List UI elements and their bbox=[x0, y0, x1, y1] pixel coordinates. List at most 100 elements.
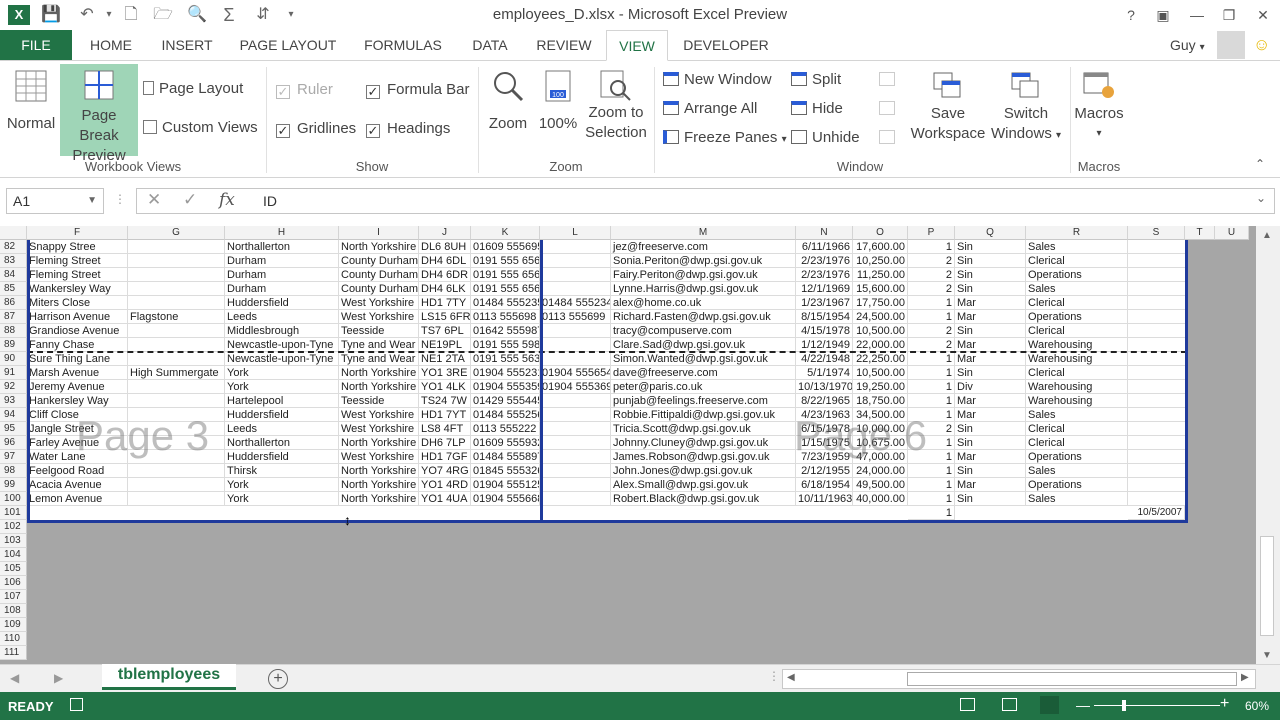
email-cell[interactable]: punjab@feelings.freeserve.com bbox=[611, 394, 796, 408]
postcode-cell[interactable]: HD1 7GF bbox=[419, 450, 471, 464]
status-cell[interactable]: Mar bbox=[955, 394, 1026, 408]
empty-cell[interactable] bbox=[1128, 324, 1186, 338]
city-cell[interactable]: Northallerton bbox=[225, 436, 339, 450]
department-cell[interactable]: Warehousing bbox=[1026, 338, 1128, 352]
address-cell[interactable]: Sure Thing Lane bbox=[27, 352, 128, 366]
freeze-panes-button[interactable]: Freeze Panes ▾ bbox=[663, 126, 787, 150]
scroll-up-icon[interactable]: ▲ bbox=[1262, 230, 1272, 241]
column-header[interactable]: O bbox=[853, 226, 908, 240]
autosum-icon[interactable]: Σ bbox=[218, 4, 240, 26]
department-cell[interactable]: Clerical bbox=[1026, 436, 1128, 450]
avatar[interactable] bbox=[1217, 31, 1245, 59]
row-header[interactable]: 82 bbox=[0, 240, 27, 254]
status-cell[interactable]: Mar bbox=[955, 352, 1026, 366]
salary-cell[interactable]: 15,600.00 bbox=[853, 282, 908, 296]
address-cell[interactable]: Cliff Close bbox=[27, 408, 128, 422]
salary-cell[interactable]: 10,000.00 bbox=[853, 422, 908, 436]
grade-cell[interactable]: 1 bbox=[908, 408, 955, 422]
county-cell[interactable]: County Durham bbox=[339, 254, 419, 268]
row-header[interactable]: 83 bbox=[0, 254, 27, 268]
grade-cell[interactable]: 1 bbox=[908, 394, 955, 408]
county-cell[interactable]: West Yorkshire bbox=[339, 450, 419, 464]
address-cell[interactable]: Jeremy Avenue bbox=[27, 380, 128, 394]
city-cell[interactable]: Middlesbrough bbox=[225, 324, 339, 338]
user-name[interactable]: Guy ▾ bbox=[1170, 37, 1205, 53]
phone-cell[interactable]: 0191 555 6569 bbox=[471, 268, 540, 282]
row-header[interactable]: 100 bbox=[0, 492, 27, 506]
ribbon-display-icon[interactable]: ▣ bbox=[1150, 4, 1176, 26]
birth-date-cell[interactable]: 4/23/1963 bbox=[796, 408, 853, 422]
row-header[interactable]: 97 bbox=[0, 450, 27, 464]
headings-checkbox[interactable]: ✓ Headings bbox=[366, 117, 450, 141]
address-cell[interactable]: Fanny Chase bbox=[27, 338, 128, 352]
empty-cell[interactable] bbox=[1128, 366, 1186, 380]
grade-cell[interactable]: 1 bbox=[908, 450, 955, 464]
cancel-formula-icon[interactable]: ✕ bbox=[147, 190, 161, 210]
phone-cell[interactable]: 0113 555222 bbox=[471, 422, 540, 436]
row-header[interactable]: 101 bbox=[0, 506, 27, 520]
status-cell[interactable]: Sin bbox=[955, 282, 1026, 296]
salary-cell[interactable]: 49,500.00 bbox=[853, 478, 908, 492]
phone-cell[interactable]: 0191 555 6569 bbox=[471, 254, 540, 268]
salary-cell[interactable]: 24,500.00 bbox=[853, 310, 908, 324]
city-cell[interactable]: Durham bbox=[225, 282, 339, 296]
zoom-out-icon[interactable]: — bbox=[1076, 697, 1090, 713]
address-cell[interactable]: Feelgood Road bbox=[27, 464, 128, 478]
county-cell[interactable]: North Yorkshire bbox=[339, 436, 419, 450]
birth-date-cell[interactable]: 12/1/1969 bbox=[796, 282, 853, 296]
tab-data[interactable]: DATA bbox=[462, 30, 518, 60]
tab-file[interactable]: FILE bbox=[0, 30, 72, 60]
birth-date-cell[interactable]: 6/11/1966 bbox=[796, 240, 853, 254]
email-cell[interactable]: Robbie.Fittipaldi@dwp.gsi.gov.uk bbox=[611, 408, 796, 422]
address2-cell[interactable] bbox=[128, 282, 225, 296]
address-cell[interactable]: Marsh Avenue bbox=[27, 366, 128, 380]
status-cell[interactable]: Sin bbox=[955, 240, 1026, 254]
postcode-cell[interactable]: TS24 7W bbox=[419, 394, 471, 408]
phone-cell[interactable]: 0113 555698 bbox=[471, 310, 540, 324]
zoom-to-selection-button[interactable]: Zoom to Selection bbox=[584, 64, 648, 156]
address-cell[interactable]: Harrison Avenue bbox=[27, 310, 128, 324]
row-header[interactable]: 88 bbox=[0, 324, 27, 338]
fax-cell[interactable] bbox=[540, 450, 611, 464]
city-cell[interactable]: Durham bbox=[225, 268, 339, 282]
row-header[interactable]: 99 bbox=[0, 478, 27, 492]
email-cell[interactable]: John.Jones@dwp.gsi.gov.uk bbox=[611, 464, 796, 478]
city-cell[interactable]: Huddersfield bbox=[225, 296, 339, 310]
salary-cell[interactable]: 40,000.00 bbox=[853, 492, 908, 506]
date-cell[interactable]: 10/5/2007 bbox=[1128, 506, 1185, 520]
fax-cell[interactable]: 01904 555369 bbox=[540, 380, 611, 394]
postcode-cell[interactable]: YO7 4RG bbox=[419, 464, 471, 478]
phone-cell[interactable]: 01904 555359 bbox=[471, 380, 540, 394]
column-header[interactable]: Q bbox=[955, 226, 1026, 240]
view-side-by-side-button[interactable] bbox=[879, 68, 900, 92]
salary-cell[interactable]: 10,675.00 bbox=[853, 436, 908, 450]
county-cell[interactable]: North Yorkshire bbox=[339, 366, 419, 380]
grade-cell[interactable]: 2 bbox=[908, 282, 955, 296]
address2-cell[interactable] bbox=[128, 422, 225, 436]
unhide-button[interactable]: Unhide bbox=[791, 126, 860, 150]
restore-button[interactable]: ❐ bbox=[1216, 4, 1242, 26]
city-cell[interactable]: Hartelepool bbox=[225, 394, 339, 408]
name-box[interactable]: A1 ▼ bbox=[6, 188, 104, 214]
vertical-scroll-thumb[interactable] bbox=[1260, 536, 1274, 636]
empty-cell[interactable] bbox=[1128, 352, 1186, 366]
status-cell[interactable]: Mar bbox=[955, 478, 1026, 492]
department-cell[interactable]: Sales bbox=[1026, 282, 1128, 296]
empty-cell[interactable] bbox=[1128, 296, 1186, 310]
birth-date-cell[interactable]: 4/15/1978 bbox=[796, 324, 853, 338]
birth-date-cell[interactable]: 2/23/1976 bbox=[796, 268, 853, 282]
prev-sheet-icon[interactable]: ◀ bbox=[10, 671, 19, 685]
gridlines-checkbox[interactable]: ✓ Gridlines bbox=[276, 117, 356, 141]
new-sheet-button[interactable]: + bbox=[268, 669, 288, 689]
synchronous-scrolling-button[interactable] bbox=[879, 97, 900, 121]
postcode-cell[interactable]: TS7 6PL bbox=[419, 324, 471, 338]
column-header[interactable]: N bbox=[796, 226, 853, 240]
automatic-page-break-line[interactable] bbox=[27, 351, 1187, 353]
row-header[interactable]: 104 bbox=[0, 548, 27, 562]
row-header[interactable]: 93 bbox=[0, 394, 27, 408]
fax-cell[interactable]: 01904 555654 bbox=[540, 366, 611, 380]
birth-date-cell[interactable]: 4/22/1948 bbox=[796, 352, 853, 366]
name-box-dropdown-icon[interactable]: ▼ bbox=[87, 189, 97, 213]
row-header[interactable]: 102 bbox=[0, 520, 27, 534]
salary-cell[interactable]: 11,250.00 bbox=[853, 268, 908, 282]
